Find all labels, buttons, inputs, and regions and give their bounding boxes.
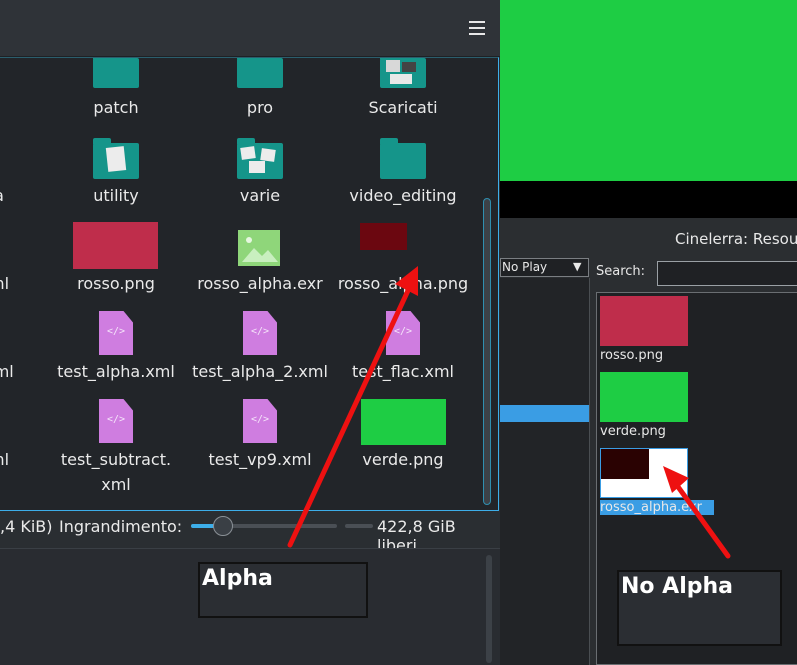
image-thumbnail — [360, 223, 407, 250]
file-item[interactable]: utility — [46, 138, 186, 213]
search-label: Search: — [596, 264, 646, 279]
asset-item-selected[interactable]: rosso_alpha.exr — [600, 448, 714, 520]
compositor-viewer-bar — [500, 181, 797, 218]
free-space-bar — [345, 524, 373, 528]
annotation-text: Alpha — [202, 566, 273, 591]
zoom-label: Ingrandimento: — [59, 517, 183, 536]
file-item-label: test_alpha.xml — [57, 362, 175, 381]
file-item-label: verde.png — [362, 450, 444, 469]
file-item-label: video_editing — [349, 186, 457, 205]
file-item[interactable]: test_alpha_2.xml — [190, 311, 330, 389]
file-item[interactable]: pro — [190, 58, 330, 122]
window-title: Cinelerra: Resou — [675, 230, 797, 248]
folder-icon — [380, 138, 426, 179]
asset-thumbnail — [600, 372, 688, 422]
file-grid-view[interactable]: patch pro Scaricati a utility — [0, 57, 499, 511]
xml-file-icon — [99, 311, 133, 355]
file-item-label: patch — [93, 98, 139, 117]
search-input[interactable] — [657, 261, 797, 286]
file-item[interactable]: test_subtract. xml — [46, 399, 186, 499]
annotation-box-no-alpha: No Alpha — [617, 570, 782, 646]
xml-file-icon — [99, 399, 133, 443]
xml-file-icon — [386, 311, 420, 355]
file-item[interactable]: test_flac.xml — [333, 311, 473, 389]
file-item[interactable]: rosso.png — [46, 222, 186, 301]
playback-dropdown[interactable]: No Play ▼ — [500, 258, 589, 277]
file-item[interactable]: Scaricati — [333, 58, 473, 122]
file-item-label: test_alpha_2.xml — [192, 362, 328, 381]
file-item[interactable]: test_vp9.xml — [190, 399, 330, 477]
file-manager-toolbar — [0, 0, 500, 57]
hamburger-menu-icon[interactable] — [467, 19, 489, 37]
folder-icon — [237, 58, 283, 88]
folder-preview-icon — [93, 138, 139, 179]
asset-label: verde.png — [600, 424, 666, 439]
folder-preview-icon — [237, 138, 283, 179]
vertical-scrollbar[interactable] — [486, 555, 492, 663]
asset-label: rosso_alpha.exr — [600, 500, 714, 515]
file-item[interactable]: patch — [46, 58, 186, 122]
asset-item[interactable]: rosso.png — [600, 296, 700, 368]
file-item-label: rosso.png — [77, 274, 155, 293]
vertical-scrollbar[interactable] — [483, 198, 491, 505]
image-thumbnail — [73, 222, 158, 269]
dropdown-arrow-icon: ▼ — [573, 260, 582, 273]
xml-file-icon — [243, 399, 277, 443]
status-bar: ,4 KiB) Ingrandimento: 422,8 GiB liberi — [0, 512, 500, 555]
folder-preview-icon — [380, 58, 426, 88]
file-item-label: utility — [93, 186, 139, 205]
file-item[interactable]: test_alpha.xml — [46, 311, 186, 389]
file-item-label-line2: xml — [101, 475, 131, 494]
file-item-label: rosso_alpha.exr — [197, 274, 323, 293]
asset-item[interactable]: verde.png — [600, 372, 700, 444]
resource-folder-list[interactable] — [500, 278, 590, 665]
file-item-label: test_vp9.xml — [208, 450, 312, 469]
playback-dropdown-value: No Play — [502, 260, 548, 274]
image-thumbnail — [361, 399, 446, 445]
file-item[interactable]: rosso_alpha.exr — [190, 223, 330, 301]
file-item[interactable]: verde.png — [333, 399, 473, 477]
file-item-label: rosso_alpha.png — [337, 274, 469, 293]
file-item-label: test_subtract. — [60, 450, 172, 469]
annotation-text: No Alpha — [621, 574, 734, 599]
file-item[interactable]: video_editing — [333, 138, 473, 213]
annotation-box-alpha: Alpha — [198, 562, 368, 618]
file-item-label: varie — [239, 186, 281, 205]
image-file-icon — [238, 230, 280, 266]
zoom-slider-handle[interactable] — [213, 516, 233, 536]
folder-icon — [93, 58, 139, 88]
file-item[interactable]: varie — [190, 138, 330, 213]
asset-thumbnail — [600, 448, 688, 498]
file-item-label: Scaricati — [368, 98, 438, 117]
xml-file-icon — [243, 311, 277, 355]
file-item[interactable]: rosso_alpha.png — [333, 223, 473, 301]
asset-thumbnail — [600, 296, 688, 346]
selection-size-text: ,4 KiB) — [0, 517, 53, 536]
file-item-label: pro — [246, 98, 274, 117]
selected-folder-row[interactable] — [500, 405, 589, 422]
file-item-label: test_flac.xml — [352, 362, 454, 381]
compositor-viewer — [500, 0, 797, 181]
asset-label: rosso.png — [600, 348, 664, 363]
